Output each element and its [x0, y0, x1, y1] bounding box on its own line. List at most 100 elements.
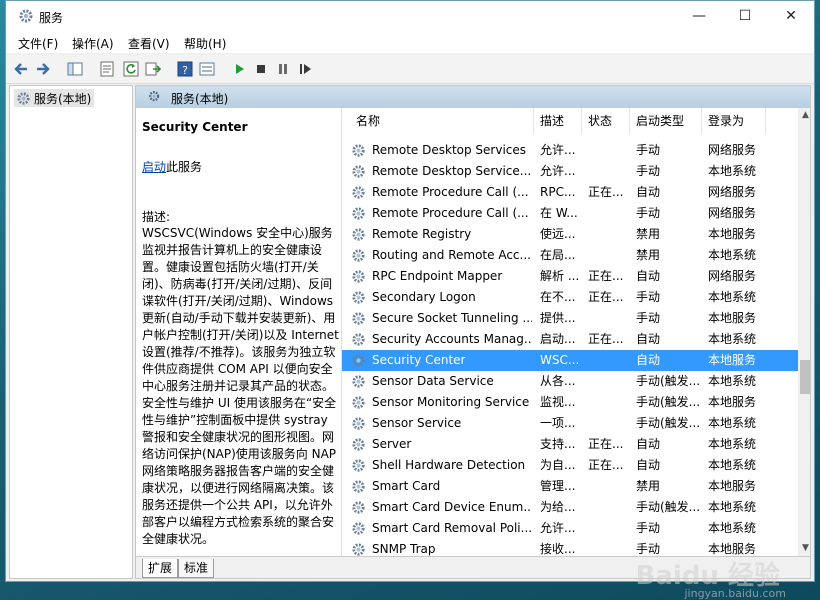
service-name-cell: Remote Desktop Services [372, 143, 527, 157]
start-service-link[interactable]: 启动 [142, 160, 166, 174]
service-logon-cell: 本地系统 [708, 437, 757, 451]
service-logon-cell: 网络服务 [708, 206, 757, 220]
service-row[interactable]: RPC Endpoint Mapper 解析 ... 正在... 自动 网络服务 [342, 266, 798, 287]
service-gear-icon [352, 543, 365, 556]
scroll-down-icon[interactable]: ▼ [798, 541, 810, 556]
service-row[interactable]: Sensor Service 一项... 手动(触发... 本地系统 [342, 413, 798, 434]
service-row[interactable]: Security Accounts Manag... 启动... 正在... 自动 本地… [342, 329, 798, 350]
service-logon-cell: 本地系统 [708, 290, 757, 304]
service-name-cell: Routing and Remote Acc... [372, 248, 531, 262]
service-row[interactable]: Sensor Data Service 从各... 手动(触发... 本地系统 [342, 371, 798, 392]
column-description[interactable]: 描述 [534, 108, 582, 134]
service-desc-cell: 提供... [540, 311, 576, 325]
menu-action[interactable]: 操作(A) [72, 35, 114, 52]
menu-view[interactable]: 查看(V) [128, 35, 170, 52]
tab-standard[interactable]: 标准 [178, 559, 215, 578]
title-bar[interactable]: 服务 — ☐ ✕ [6, 1, 814, 31]
service-startup-cell: 禁用 [636, 227, 661, 241]
tree-item-services-local[interactable]: 服务(本地) [14, 89, 95, 107]
menu-help[interactable]: 帮助(H) [184, 35, 226, 52]
export-icon[interactable] [144, 60, 162, 78]
service-startup-cell: 手动(触发... [636, 416, 701, 430]
service-desc-cell: 在不... [540, 290, 576, 304]
vertical-scrollbar[interactable]: ▲ ▼ [798, 108, 810, 556]
column-logon-as[interactable]: 登录为 [702, 108, 766, 134]
help-icon[interactable]: ? [176, 60, 194, 78]
service-name-cell: RPC Endpoint Mapper [372, 269, 503, 283]
pause-icon[interactable] [274, 60, 292, 78]
tab-extended[interactable]: 扩展 [142, 559, 179, 578]
description-label: 描述: [142, 210, 171, 224]
service-logon-cell: 本地系统 [708, 332, 757, 346]
service-gear-icon [352, 522, 365, 535]
services-gear-icon [19, 9, 33, 23]
menu-file[interactable]: 文件(F) [18, 35, 58, 52]
service-desc-cell: 管理... [540, 479, 576, 493]
service-status-cell: 正在... [588, 332, 624, 346]
play-icon[interactable] [230, 60, 248, 78]
start-service-line: 启动此服务 [142, 158, 202, 175]
service-gear-icon [352, 438, 365, 451]
service-gear-icon [352, 291, 365, 304]
service-startup-cell: 手动(触发... [636, 374, 701, 388]
service-name-cell: Remote Procedure Call (... [372, 185, 529, 199]
services-window: 服务 — ☐ ✕ 文件(F) 操作(A) 查看(V) 帮助(H) ? 服务(本地… [5, 0, 815, 582]
service-startup-cell: 自动 [636, 269, 661, 283]
baidu-watermark-url: jingyan.baidu.com [684, 587, 786, 600]
service-row[interactable]: Remote Desktop Services 允许... 手动 网络服务 [342, 140, 798, 161]
restart-icon[interactable] [296, 60, 314, 78]
start-service-suffix: 此服务 [166, 160, 203, 174]
service-status-cell: 正在... [588, 185, 624, 199]
service-row[interactable]: Sensor Monitoring Service 监视... 手动(触发... 本地… [342, 392, 798, 413]
scrollbar-thumb[interactable] [800, 360, 810, 394]
service-row[interactable]: Remote Procedure Call (... 在 W... 手动 网络服务 [342, 203, 798, 224]
refresh-icon[interactable] [122, 60, 140, 78]
service-gear-icon [352, 396, 365, 409]
service-row[interactable]: Secondary Logon 在不... 正在... 手动 本地系统 [342, 287, 798, 308]
stop-icon[interactable] [252, 60, 270, 78]
properties-icon[interactable] [98, 60, 116, 78]
column-status[interactable]: 状态 [582, 108, 630, 134]
service-row[interactable]: Remote Registry 使远... 禁用 本地服务 [342, 224, 798, 245]
close-button[interactable]: ✕ [768, 1, 814, 31]
service-title: Security Center [142, 120, 248, 134]
service-logon-cell: 本地系统 [708, 500, 757, 514]
service-name-cell: Shell Hardware Detection [372, 458, 526, 472]
back-icon[interactable] [12, 60, 30, 78]
service-row[interactable]: Remote Procedure Call (... RPC... 正在... 自动 网… [342, 182, 798, 203]
minimize-button[interactable]: — [676, 1, 722, 31]
column-name[interactable]: 名称 [350, 108, 534, 134]
service-startup-cell: 自动 [636, 353, 661, 367]
services-list: 名称 描述 状态 启动类型 登录为 Remote Desktop Service… [341, 108, 810, 556]
service-startup-cell: 禁用 [636, 248, 661, 262]
service-row[interactable]: Smart Card Device Enum... 为给... 手动(触发... 本地… [342, 497, 798, 518]
view-icon[interactable] [198, 60, 216, 78]
service-row[interactable]: Shell Hardware Detection 为自... 正在... 自动 本地系统 [342, 455, 798, 476]
service-startup-cell: 自动 [636, 185, 661, 199]
service-row[interactable]: Security Center WSC... 自动 本地服务 [342, 350, 798, 371]
service-row[interactable]: Routing and Remote Acc... 在局... 禁用 本地系统 [342, 245, 798, 266]
service-name-cell: Secondary Logon [372, 290, 476, 304]
show-tree-icon[interactable] [66, 60, 84, 78]
service-row[interactable]: Smart Card 管理... 禁用 本地服务 [342, 476, 798, 497]
service-gear-icon [352, 501, 365, 514]
service-row[interactable]: Remote Desktop Service... 允许... 手动 本地系统 [342, 161, 798, 182]
forward-icon[interactable] [34, 60, 52, 78]
service-gear-icon [352, 186, 365, 199]
service-status-cell: 正在... [588, 269, 624, 283]
service-startup-cell: 手动(触发... [636, 395, 701, 409]
service-startup-cell: 自动 [636, 458, 661, 472]
service-row[interactable]: Smart Card Removal Poli... 允许... 手动 本地系统 [342, 518, 798, 539]
service-startup-cell: 禁用 [636, 479, 661, 493]
service-logon-cell: 网络服务 [708, 185, 757, 199]
service-status-cell: 正在... [588, 458, 624, 472]
service-row[interactable]: Server 支持... 正在... 自动 本地系统 [342, 434, 798, 455]
column-startup-type[interactable]: 启动类型 [630, 108, 702, 134]
service-row[interactable]: Secure Socket Tunneling ... 提供... 手动 本地服务 [342, 308, 798, 329]
service-name-cell: Server [372, 437, 412, 451]
scroll-up-icon[interactable]: ▲ [798, 108, 810, 123]
service-logon-cell: 本地服务 [708, 311, 757, 325]
maximize-button[interactable]: ☐ [722, 1, 768, 31]
service-logon-cell: 本地系统 [708, 521, 757, 535]
service-name-cell: Smart Card [372, 479, 441, 493]
